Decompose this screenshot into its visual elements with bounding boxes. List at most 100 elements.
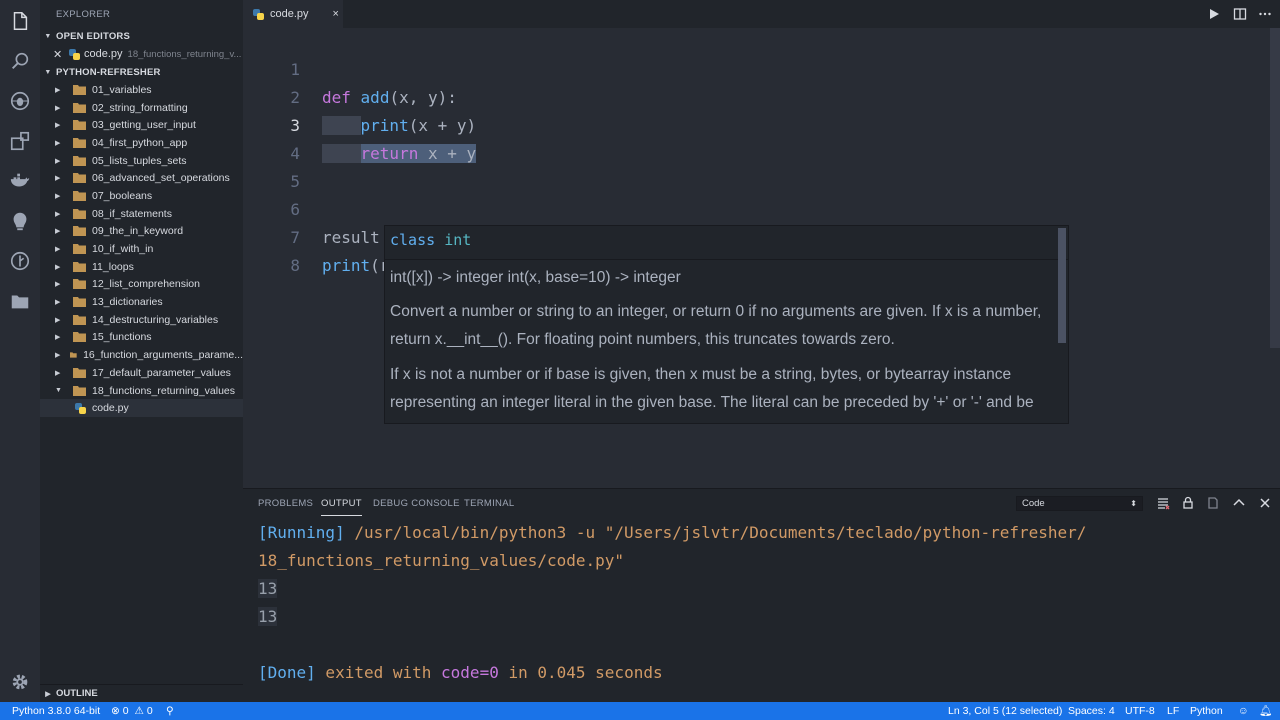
tree-folder[interactable]: ▶ 10_if_with_in <box>40 240 243 258</box>
folder-icon <box>73 173 86 184</box>
explorer-sidebar: EXPLORER ▼ OPEN EDITORS ✕ code.py 18_fun… <box>40 0 243 702</box>
code-line: 4 <box>243 112 1280 163</box>
tree-folder-label: 01_variables <box>92 83 152 96</box>
hover-paragraph: Convert a number or string to an integer… <box>390 303 1042 348</box>
split-editor-icon[interactable] <box>1233 7 1247 21</box>
folder-icon <box>73 190 86 201</box>
code-line: 7 print(result) <box>243 196 1280 275</box>
tab-problems[interactable]: PROBLEMS <box>258 498 313 509</box>
done-tag: [Done] <box>258 663 316 682</box>
tree-folder[interactable]: ▶ 17_default_parameter_values <box>40 364 243 382</box>
problems-indicator[interactable]: ⊗ 0 ⚠ 0 <box>111 702 153 720</box>
end-of-line[interactable]: LF <box>1167 702 1179 720</box>
output-line: [Done] exited with code=0 in 0.045 secon… <box>258 659 663 687</box>
project-header[interactable]: ▼ PYTHON-REFRESHER <box>40 63 243 81</box>
folder-icon <box>73 155 86 166</box>
folder-icon <box>73 385 86 396</box>
tree-folder[interactable]: ▶ 03_getting_user_input <box>40 116 243 134</box>
folder-icon <box>73 137 86 148</box>
tree-folder-label: 10_if_with_in <box>92 243 154 256</box>
tab-code-py[interactable]: code.py × <box>243 0 343 28</box>
outline-header[interactable]: ▶ OUTLINE <box>40 684 243 702</box>
tree-folder[interactable]: ▶ 01_variables <box>40 81 243 99</box>
tree-folder[interactable]: ▼ 18_functions_returning_values <box>40 382 243 400</box>
indentation[interactable]: Spaces: 4 <box>1068 702 1115 720</box>
gear-icon[interactable] <box>8 670 32 694</box>
tree-folder[interactable]: ▶ 09_the_in_keyword <box>40 223 243 241</box>
encoding[interactable]: UTF-8 <box>1125 702 1155 720</box>
activity-bar <box>0 0 40 702</box>
python-interpreter[interactable]: Python 3.8.0 64-bit <box>12 702 100 720</box>
cursor-position[interactable]: Ln 3, Col 5 (12 selected) <box>948 702 1062 720</box>
tab-terminal[interactable]: TERMINAL <box>464 498 514 509</box>
tab-debug-console[interactable]: DEBUG CONSOLE <box>373 498 460 509</box>
output-channel-select[interactable]: Code ⬍ <box>1016 496 1143 511</box>
live-share-status-icon[interactable]: ⚲ <box>166 702 174 720</box>
folder-icon[interactable] <box>8 289 32 313</box>
tree-folder[interactable]: ▶ 02_string_formatting <box>40 99 243 117</box>
close-icon[interactable]: × <box>333 8 339 20</box>
elapsed-seconds: 0.045 <box>537 663 586 682</box>
feedback-icon[interactable]: ☺ <box>1238 702 1249 720</box>
done-text: in <box>498 663 538 682</box>
close-panel-icon[interactable] <box>1258 496 1272 510</box>
tree-folder[interactable]: ▶ 16_function_arguments_parame... <box>40 346 243 364</box>
close-icon[interactable]: ✕ <box>53 48 69 61</box>
debug-icon[interactable] <box>8 89 32 113</box>
running-command-cont: 18_functions_returning_values/code.py" <box>258 551 625 570</box>
tree-folder-label: 14_destructuring_variables <box>92 313 219 326</box>
chevron-right-icon: ▶ <box>55 157 61 165</box>
tree-folder[interactable]: ▶ 11_loops <box>40 258 243 276</box>
tree-folder[interactable]: ▶ 05_lists_tuples_sets <box>40 152 243 170</box>
folder-icon <box>73 332 86 343</box>
tree-folder-label: 02_string_formatting <box>92 101 188 114</box>
live-share-icon[interactable] <box>8 209 32 233</box>
bell-icon[interactable]: 🔔︎ <box>1259 702 1272 720</box>
tree-folder[interactable]: ▶ 14_destructuring_variables <box>40 311 243 329</box>
output-line: 13 <box>258 603 278 631</box>
files-icon[interactable] <box>8 9 32 33</box>
tree-folder-label: 13_dictionaries <box>92 296 163 309</box>
tree-folder[interactable]: ▶ 13_dictionaries <box>40 293 243 311</box>
extensions-icon[interactable] <box>8 129 32 153</box>
explorer-title: EXPLORER <box>56 9 111 20</box>
chevron-up-icon[interactable] <box>1232 496 1246 510</box>
open-editors-header[interactable]: ▼ OPEN EDITORS <box>40 27 243 45</box>
tree-folder[interactable]: ▶ 07_booleans <box>40 187 243 205</box>
search-icon[interactable] <box>8 49 32 73</box>
tree-folder[interactable]: ▶ 12_list_comprehension <box>40 276 243 294</box>
tree-folder[interactable]: ▶ 08_if_statements <box>40 205 243 223</box>
tree-folder[interactable]: ▶ 06_advanced_set_operations <box>40 169 243 187</box>
exit-code: code=0 <box>441 663 499 682</box>
tree-folder-label: 11_loops <box>92 260 134 273</box>
tree-file[interactable]: code.py <box>40 399 243 418</box>
hover-divider <box>385 259 1068 260</box>
folder-icon <box>73 314 86 325</box>
editor-scrollbar[interactable] <box>1270 28 1280 348</box>
folder-icon <box>73 208 86 219</box>
clear-output-icon[interactable] <box>1156 496 1170 510</box>
tree-folder-label: 03_getting_user_input <box>92 119 196 132</box>
docker-icon[interactable] <box>8 169 32 193</box>
tree-folder-label: 06_advanced_set_operations <box>92 172 230 185</box>
tab-label: code.py <box>270 8 309 20</box>
tree-folder-label: 08_if_statements <box>92 207 172 220</box>
lock-icon[interactable] <box>1181 496 1195 510</box>
run-icon[interactable] <box>1207 7 1221 21</box>
bottom-panel: PROBLEMS OUTPUT DEBUG CONSOLE TERMINAL C… <box>243 488 1280 702</box>
hover-scrollbar[interactable] <box>1058 228 1066 343</box>
tree-folder[interactable]: ▶ 15_functions <box>40 329 243 347</box>
folder-icon <box>73 102 86 113</box>
folder-icon <box>73 84 86 95</box>
language-mode[interactable]: Python <box>1190 702 1223 720</box>
gitlens-icon[interactable] <box>8 249 32 273</box>
open-log-icon[interactable] <box>1206 496 1220 510</box>
file-tree: ▶ 01_variables ▶ 02_string_formatting ▶ 03_ge… <box>40 81 243 418</box>
open-editor-item[interactable]: ✕ code.py 18_functions_returning_v... <box>40 45 243 63</box>
tab-output[interactable]: OUTPUT <box>321 498 362 516</box>
tree-folder[interactable]: ▶ 04_first_python_app <box>40 134 243 152</box>
running-tag: [Running] <box>258 523 345 542</box>
more-actions-icon[interactable] <box>1258 7 1272 21</box>
code-line: 6 result = add(5, 8) <box>243 168 1280 247</box>
chevron-right-icon: ▶ <box>55 369 61 377</box>
